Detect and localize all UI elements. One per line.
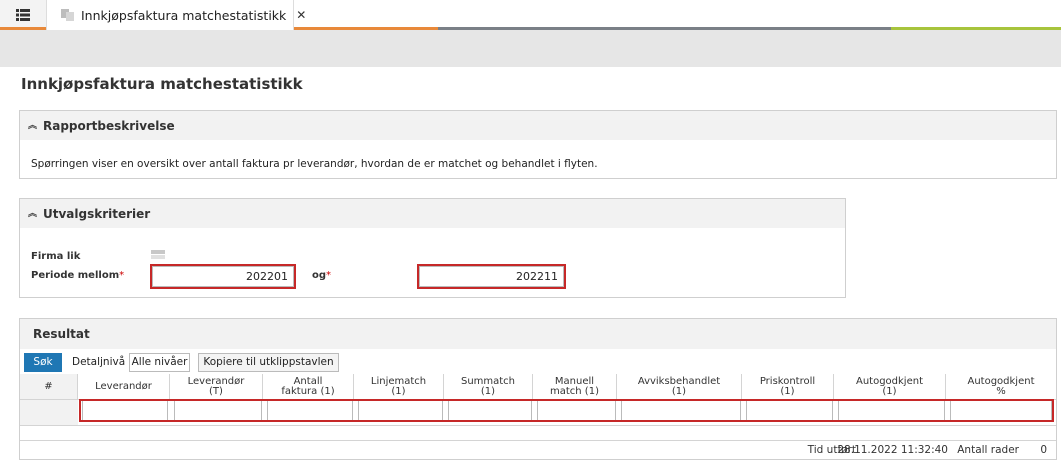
column-header[interactable]: Leverandør (T) — [170, 374, 263, 399]
firma-label: Firma lik — [31, 251, 81, 262]
column-header[interactable]: Leverandør — [78, 374, 170, 399]
report-description-panel: ︽ Rapportbeskrivelse Spørringen viser en… — [19, 110, 1057, 179]
column-header[interactable]: Priskontroll (1) — [742, 374, 834, 399]
toolbar-strip — [0, 30, 1061, 67]
criteria-title: Utvalgskriterier — [43, 206, 151, 221]
column-header[interactable]: Autogodkjent% — [946, 374, 1056, 399]
row-count-label: Antall rader — [957, 444, 1019, 456]
column-header[interactable]: Linjematch (1) — [354, 374, 444, 399]
column-header[interactable]: Antall faktura (1) — [263, 374, 354, 399]
collapse-icon[interactable]: ︽ — [28, 121, 38, 131]
required-mark: * — [119, 270, 125, 281]
required-mark: * — [326, 270, 332, 281]
column-header[interactable]: Summatch (1) — [444, 374, 533, 399]
result-title: Resultat — [20, 319, 1056, 349]
column-header[interactable]: Manuell match (1) — [533, 374, 617, 399]
og-label: og* — [312, 270, 332, 281]
detail-level-label: Detaljnivå — [72, 356, 126, 368]
tab-title: Innkjøpsfaktura matchestatistikk — [81, 7, 287, 23]
row-count-value: 0 — [1040, 444, 1047, 456]
periode-to-input[interactable]: 202211 — [417, 264, 566, 289]
result-footer: Tid utført 28.11.2022 11:32:40 Antall ra… — [20, 443, 1056, 459]
filter-row-highlight — [79, 399, 1054, 422]
tab-innkjopsfaktura[interactable]: Innkjøpsfaktura matchestatistikk ✕ — [46, 0, 306, 30]
criteria-panel: ︽ Utvalgskriterier Firma lik Periode mel… — [19, 198, 846, 298]
report-description-header[interactable]: ︽ Rapportbeskrivelse — [20, 111, 1056, 140]
all-levels-button[interactable]: Alle nivåer — [129, 353, 190, 372]
report-description-title: Rapportbeskrivelse — [43, 118, 175, 133]
close-icon[interactable]: ✕ — [296, 8, 306, 22]
time-value: 28.11.2022 11:32:40 — [837, 444, 948, 456]
collapse-icon[interactable]: ︽ — [28, 209, 38, 219]
menu-button[interactable] — [0, 0, 46, 30]
periode-from-input[interactable]: 202201 — [150, 264, 296, 289]
column-header[interactable]: Autogodkjent (1) — [834, 374, 946, 399]
document-icon — [61, 9, 75, 21]
footer-divider — [20, 440, 1056, 441]
report-description-text: Spørringen viser en oversikt over antall… — [31, 158, 598, 170]
periode-label: Periode mellom* — [31, 270, 125, 281]
row-number-cell — [20, 399, 78, 425]
column-header[interactable]: # — [20, 374, 78, 399]
grid-divider — [20, 425, 1056, 426]
search-button[interactable]: Søk — [24, 353, 62, 372]
firma-lookup-icon[interactable] — [151, 249, 165, 259]
page-title: Innkjøpsfaktura matchestatistikk — [21, 75, 303, 93]
column-header[interactable]: Avviksbehandlet (1) — [617, 374, 742, 399]
criteria-header[interactable]: ︽ Utvalgskriterier — [20, 199, 845, 228]
copy-clipboard-button[interactable]: Kopiere til utklippstavlen — [198, 353, 339, 372]
list-icon — [16, 9, 30, 21]
